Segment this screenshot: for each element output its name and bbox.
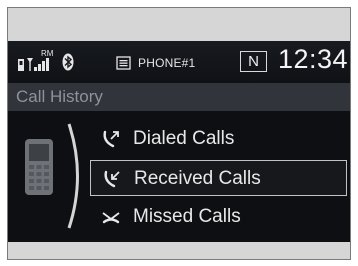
device-name: PHONE#1	[138, 56, 196, 70]
gear-indicator: N	[240, 51, 267, 72]
infotainment-screen: RM PHONE#1 N 12:34 Call History Dialed C…	[8, 41, 350, 242]
menu-item-dialed-calls[interactable]: Dialed Calls	[90, 121, 347, 157]
title-bar: Call History	[8, 83, 350, 111]
bluetooth-icon	[62, 53, 74, 71]
mobile-phone-icon	[22, 137, 56, 197]
menu-item-label: Dialed Calls	[133, 128, 235, 149]
menu-item-missed-calls[interactable]: Missed Calls	[90, 199, 347, 235]
menu-item-received-calls[interactable]: Received Calls	[90, 160, 347, 196]
menu-item-label: Missed Calls	[133, 206, 241, 227]
menu-item-label: Received Calls	[134, 168, 261, 189]
dialed-call-icon	[102, 130, 120, 148]
roaming-indicator: RM	[41, 49, 54, 58]
missed-call-icon	[102, 208, 120, 226]
page-title: Call History	[16, 87, 103, 106]
phonebook-icon	[116, 56, 132, 70]
received-call-icon	[103, 170, 121, 188]
clock: 12:34	[278, 44, 349, 74]
signal-arc-icon	[64, 121, 88, 231]
photo-frame: RM PHONE#1 N 12:34 Call History Dialed C…	[7, 7, 351, 260]
status-bar: RM PHONE#1 N 12:34	[8, 41, 350, 83]
